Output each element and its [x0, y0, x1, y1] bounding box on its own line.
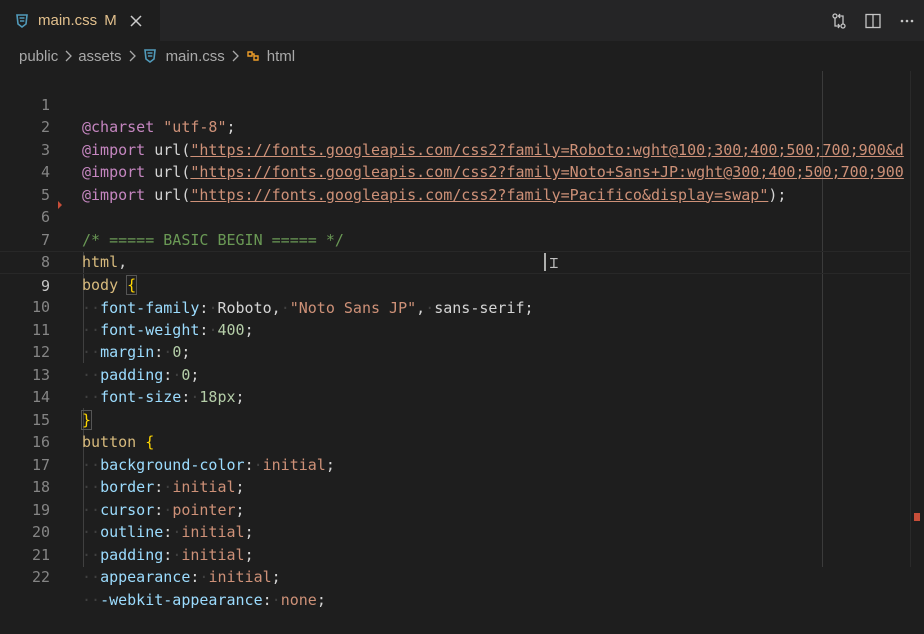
text-cursor — [544, 253, 546, 271]
close-icon[interactable] — [129, 14, 143, 28]
ibeam-cursor-icon: Ɪ — [550, 255, 558, 271]
tab-main-css[interactable]: main.css M — [0, 0, 160, 41]
split-editor-icon — [865, 13, 881, 28]
code-line: 8 body { — [0, 229, 924, 295]
scrollbar-error-marker — [914, 513, 920, 521]
split-editor-button[interactable] — [856, 0, 890, 41]
code-line: 14 } — [0, 364, 924, 430]
breadcrumb: public assets main.css html — [0, 41, 924, 71]
code-line: 16 ··background-color:·initial; — [0, 409, 924, 474]
code-line: 4 @import url("https://fonts.googleapis.… — [0, 139, 924, 204]
code-line: 20 ··padding:·initial; — [0, 499, 924, 564]
breadcrumb-assets[interactable]: assets — [78, 48, 121, 65]
symbol-misc-icon — [247, 51, 259, 61]
code-line: 6 /* ===== BASIC BEGIN ===== */ — [0, 184, 924, 249]
code-line: 12 ··padding:·0; — [0, 319, 924, 384]
code-line: 22 ··-webkit-appearance:·none; — [0, 544, 924, 609]
code-line: 17 ··border:·initial; — [0, 431, 924, 497]
code-line: 10 ··font-weight:·400; — [0, 274, 924, 339]
token-property: -webkit-appearance — [100, 590, 263, 609]
line-number: 22 — [31, 568, 50, 586]
modified-badge: M — [104, 12, 117, 29]
chevron-right-icon — [65, 50, 73, 62]
code-line: 7 html, — [0, 206, 924, 272]
breadcrumb-public[interactable]: public — [19, 48, 58, 65]
tab-filename: main.css — [38, 12, 98, 29]
tab-bar: main.css M — [0, 0, 924, 41]
source-control-compare-icon — [832, 12, 846, 29]
token-value: none — [280, 590, 317, 609]
css-file-icon — [143, 49, 156, 63]
breadcrumb-html[interactable]: html — [267, 48, 295, 65]
css-file-icon — [16, 13, 28, 28]
code-line: 1 @charset "utf-8"; — [0, 71, 924, 137]
chevron-right-icon — [232, 50, 239, 62]
more-icon — [900, 19, 914, 22]
code-line: 15 button { — [0, 386, 924, 452]
code-line: 18 ··cursor:·pointer; — [0, 454, 924, 519]
chevron-right-icon — [129, 50, 136, 62]
token-property: appearance — [100, 568, 191, 586]
code-line: 19 ··outline:·initial; — [0, 476, 924, 542]
source-control-compare-button[interactable] — [822, 0, 856, 41]
vertical-scrollbar[interactable] — [910, 71, 924, 567]
code-line: 5 — [0, 161, 924, 204]
token-value: initial — [208, 568, 272, 586]
code-line: 21 ··appearance:·initial; — [0, 521, 924, 587]
code-line: 2 @import url("https://fonts.googleapis.… — [0, 94, 924, 159]
code-line: 11 ··margin:·0; — [0, 296, 924, 362]
code-line: 3 @import url("https://fonts.googleapis.… — [0, 116, 924, 182]
code-editor[interactable]: 1 @charset "utf-8"; 2 @import url("https… — [0, 71, 924, 609]
more-actions-button[interactable] — [890, 0, 924, 41]
editor-actions — [822, 0, 924, 41]
code-line-current: 9 ··font-family:·Roboto,·"Noto Sans JP",… — [0, 251, 924, 317]
breadcrumb-main-css[interactable]: main.css — [166, 48, 225, 65]
code-line: 13 ··font-size:·18px; — [0, 341, 924, 407]
